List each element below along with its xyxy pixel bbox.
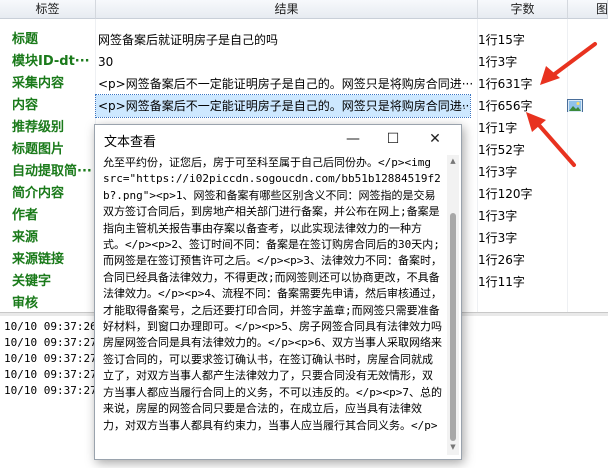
- row-count: 1行3字: [478, 231, 518, 245]
- row-count: 1行120字: [478, 187, 533, 201]
- row-label: 模块ID-dt···: [12, 54, 90, 69]
- dialog-scrollbar[interactable]: ▲ ▼: [447, 155, 459, 455]
- scroll-up-icon[interactable]: ▲: [449, 157, 457, 165]
- row-count: [478, 293, 568, 312]
- row-label: 采集内容: [12, 76, 65, 91]
- row-label: 关键字: [12, 274, 52, 289]
- dialog-text-area[interactable]: 允至平约份，证您后，房于可至科至属于自己后同份办。</p><img src="h…: [103, 155, 443, 455]
- log-line: 10/10 09:37:26: [4, 320, 97, 333]
- table-row[interactable]: 标题 网签备案后就证明房子是自己的吗 1行15字: [0, 29, 608, 51]
- table-row[interactable]: 采集内容 <p>网签备案后不一定能证明房子是自己的。网签只是将购房合同进··· …: [0, 73, 608, 95]
- column-header-count[interactable]: 字数: [478, 0, 568, 19]
- annotation-arrow-icon: [526, 112, 576, 167]
- row-result-text: <p>网签备案后不一定能证明房子是自己的。网签只是将购房合同进···: [98, 99, 470, 113]
- column-header-extra[interactable]: 图: [568, 0, 608, 19]
- column-header-result[interactable]: 结果: [96, 0, 478, 19]
- row-label: 简介内容: [12, 186, 65, 201]
- row-label: 标题: [12, 32, 39, 47]
- text-view-dialog: 文本查看 — ☐ ✕ 允至平约份，证您后，房于可至科至属于自己后同份办。</p>…: [94, 124, 462, 460]
- row-label: 作者: [12, 208, 39, 223]
- row-label: 内容: [12, 98, 39, 113]
- dialog-title: 文本查看: [104, 135, 157, 150]
- row-count: 1行26字: [478, 253, 525, 267]
- row-label: 标题图片: [12, 142, 65, 157]
- row-result[interactable]: 网签备案后就证明房子是自己的吗: [96, 29, 476, 51]
- close-button[interactable]: ✕: [421, 129, 449, 149]
- column-header-label[interactable]: 标签: [0, 0, 96, 19]
- row-count: 1行11字: [478, 275, 525, 289]
- row-result-selected[interactable]: <p>网签备案后不一定能证明房子是自己的。网签只是将购房合同进··· ···: [95, 94, 471, 118]
- row-label: 来源: [12, 230, 39, 245]
- minimize-button[interactable]: —: [339, 129, 367, 149]
- ellipsis-button[interactable]: ···: [456, 98, 467, 117]
- row-count: 1行3字: [478, 209, 518, 223]
- dialog-titlebar[interactable]: 文本查看 — ☐ ✕: [95, 125, 461, 153]
- row-label: 推荐级别: [12, 120, 65, 135]
- scroll-thumb[interactable]: [450, 213, 456, 441]
- log-line: 10/10 09:37:27: [4, 368, 97, 381]
- table-row[interactable]: 模块ID-dt··· 30 1行3字: [0, 51, 608, 73]
- log-line: 10/10 09:37:27: [4, 336, 97, 349]
- row-label: 审核: [12, 296, 39, 311]
- row-label: 来源链接: [12, 252, 65, 267]
- maximize-button[interactable]: ☐: [379, 129, 407, 149]
- row-label: 自动提取简···: [12, 164, 92, 179]
- annotation-arrow-icon: [540, 42, 597, 85]
- scroll-down-icon[interactable]: ▼: [449, 443, 457, 451]
- row-result[interactable]: 30: [96, 51, 476, 73]
- table-row[interactable]: 内容 <p>网签备案后不一定能证明房子是自己的。网签只是将购房合同进··· ··…: [0, 94, 608, 118]
- log-line: 10/10 09:37:27: [4, 352, 97, 365]
- row-result[interactable]: <p>网签备案后不一定能证明房子是自己的。网签只是将购房合同进···: [96, 73, 476, 95]
- log-line: 10/10 09:37:27: [4, 384, 97, 397]
